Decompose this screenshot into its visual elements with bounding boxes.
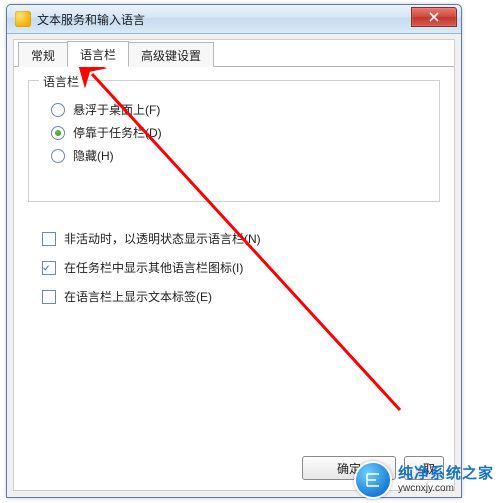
radio-icon (51, 126, 65, 140)
window-title: 文本服务和输入语言 (37, 11, 145, 28)
radio-dock-taskbar[interactable]: 停靠于任务栏(D) (51, 124, 439, 141)
close-icon (429, 12, 439, 22)
checkbox-label: 非活动时，以透明状态显示语言栏(N) (64, 230, 261, 247)
tab-advanced-keys[interactable]: 高级键设置 (128, 42, 214, 67)
group-legend: 语言栏 (39, 73, 83, 90)
language-bar-group: 语言栏 悬浮于桌面上(F) 停靠于任务栏(D) 隐藏(H) (28, 80, 440, 202)
check-show-text-labels[interactable]: 在语言栏上显示文本标签(E) (42, 288, 442, 305)
tabstrip: 常规 语言栏 高级键设置 (14, 40, 454, 67)
checkbox-icon (42, 232, 56, 246)
radio-icon (51, 149, 65, 163)
radio-label: 停靠于任务栏(D) (73, 124, 162, 141)
radio-label: 悬浮于桌面上(F) (73, 101, 160, 118)
tab-general[interactable]: 常规 (18, 42, 68, 67)
client-area: 常规 语言栏 高级键设置 语言栏 悬浮于桌面上(F) 停靠于任务栏(D) 隐藏(… (13, 39, 455, 491)
tab-label: 高级键设置 (141, 49, 201, 63)
watermark: 纯净系统之家 ywcnxjy.com (354, 461, 494, 499)
checkbox-label: 在语言栏上显示文本标签(E) (64, 288, 212, 305)
checkbox-icon (42, 290, 56, 304)
checkbox-label: 在任务栏中显示其他语言栏图标(I) (64, 259, 243, 276)
close-button[interactable] (411, 7, 457, 27)
watermark-name: 纯净系统之家 (398, 466, 494, 483)
radio-hidden[interactable]: 隐藏(H) (51, 147, 439, 164)
tab-language-bar[interactable]: 语言栏 (67, 41, 129, 67)
titlebar[interactable]: 文本服务和输入语言 (7, 5, 461, 34)
watermark-url: ywcnxjy.com (398, 483, 494, 494)
check-transparent-inactive[interactable]: 非活动时，以透明状态显示语言栏(N) (42, 230, 442, 247)
tab-label: 常规 (31, 49, 55, 63)
options-block: 非活动时，以透明状态显示语言栏(N) 在任务栏中显示其他语言栏图标(I) 在语言… (42, 218, 442, 317)
radio-label: 隐藏(H) (73, 147, 114, 164)
radio-float-desktop[interactable]: 悬浮于桌面上(F) (51, 101, 439, 118)
radio-icon (51, 103, 65, 117)
dialog-window: 文本服务和输入语言 常规 语言栏 高级键设置 语言栏 悬浮于桌面上(F) 停靠于… (6, 4, 462, 498)
tab-label: 语言栏 (80, 48, 116, 62)
watermark-badge-icon (354, 461, 392, 499)
check-show-extra-icons[interactable]: 在任务栏中显示其他语言栏图标(I) (42, 259, 442, 276)
checkbox-icon (42, 261, 56, 275)
app-icon (15, 11, 31, 27)
